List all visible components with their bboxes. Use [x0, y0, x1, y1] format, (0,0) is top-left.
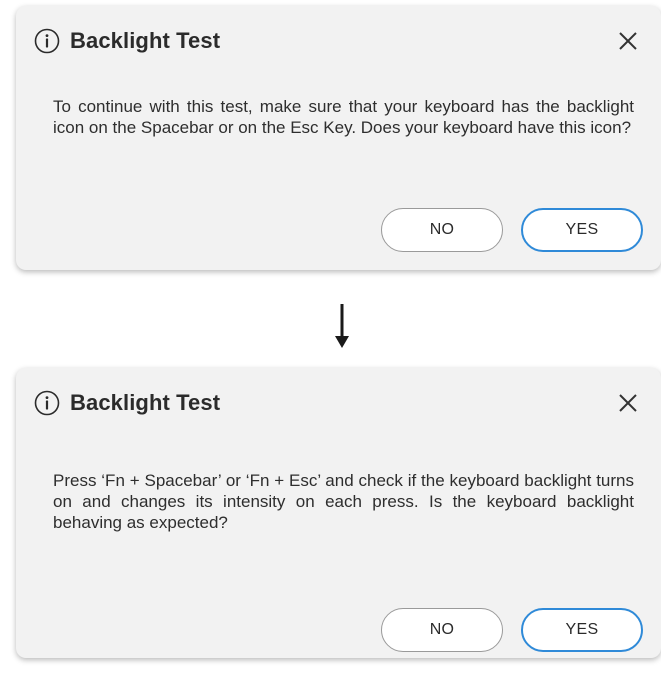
no-button[interactable]: NO	[381, 208, 503, 252]
close-icon[interactable]	[615, 28, 641, 54]
dialog-header: Backlight Test	[34, 388, 643, 418]
arrow-down-icon	[335, 304, 349, 348]
dialog-actions: NO YES	[381, 208, 643, 252]
dialog-message: To continue with this test, make sure th…	[53, 97, 634, 137]
no-button[interactable]: NO	[381, 608, 503, 652]
backlight-test-dialog-1: Backlight Test To continue with this tes…	[16, 6, 661, 270]
yes-button[interactable]: YES	[521, 608, 643, 652]
dialog-title: Backlight Test	[70, 390, 221, 415]
close-icon[interactable]	[615, 390, 641, 416]
yes-button[interactable]: YES	[521, 208, 643, 252]
info-icon	[34, 390, 60, 416]
dialog-message: Press ‘Fn + Spacebar’ or ‘Fn + Esc’ and …	[53, 471, 634, 532]
dialog-actions: NO YES	[381, 608, 643, 652]
dialog-header: Backlight Test	[34, 26, 643, 56]
backlight-test-dialog-2: Backlight Test Press ‘Fn + Spacebar’ or …	[16, 368, 661, 658]
info-icon	[34, 28, 60, 54]
dialog-title: Backlight Test	[70, 28, 221, 53]
